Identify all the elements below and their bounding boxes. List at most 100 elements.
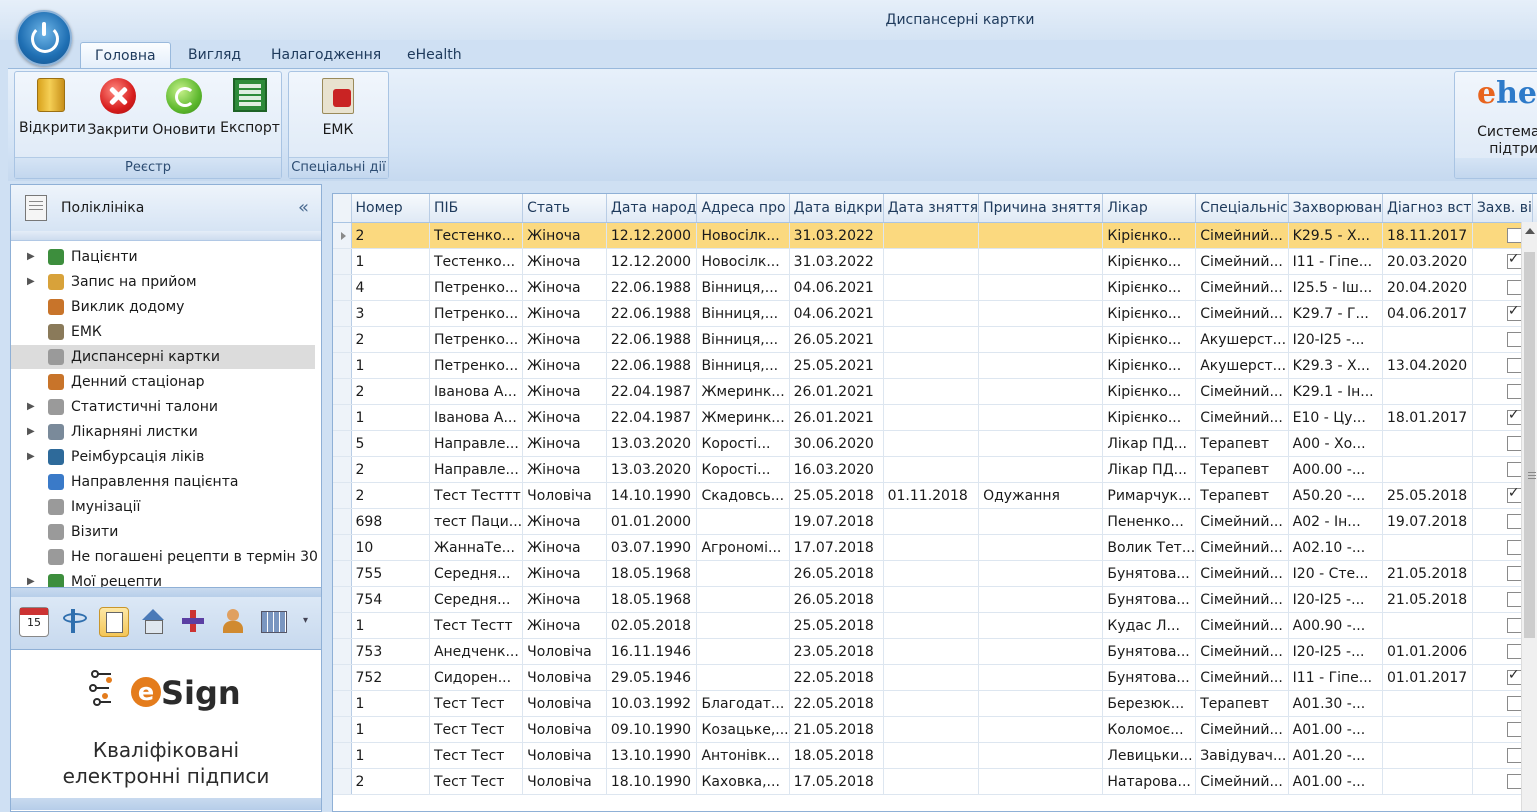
chronic-disease-checkbox[interactable] (1506, 485, 1522, 503)
table-row[interactable]: 1 Тестенко... Жіноча 12.12.2000 Новосілк... 3… (333, 248, 1537, 275)
table-cell[interactable]: 04.06.2017 (1382, 300, 1473, 327)
table-cell[interactable]: Сімейний... (1195, 716, 1289, 743)
table-cell[interactable]: I25.5 - Іш... (1288, 274, 1383, 301)
table-cell[interactable] (883, 378, 980, 405)
chronic-disease-checkbox[interactable] (1506, 514, 1522, 529)
table-cell[interactable]: 31.03.2022 (789, 248, 884, 275)
table-cell[interactable]: 18.05.1968 (606, 586, 698, 613)
table-cell[interactable]: Бунятова... (1102, 586, 1197, 613)
tab-home[interactable]: Головна (80, 42, 171, 69)
table-cell[interactable]: Левицьки... (1102, 742, 1197, 769)
sidebar-item[interactable]: ▶ Статистичні талони (11, 395, 311, 419)
table-cell[interactable] (696, 664, 790, 691)
table-cell[interactable]: I20-I25 -... (1288, 586, 1383, 613)
table-cell[interactable]: Пененко... (1102, 508, 1197, 535)
table-cell[interactable] (978, 664, 1104, 691)
table-cell[interactable]: Козацьке,... (696, 716, 790, 743)
row-indicator[interactable] (333, 300, 352, 327)
table-cell[interactable]: Тест Тест (429, 768, 524, 795)
table-cell[interactable] (978, 508, 1104, 535)
table-cell[interactable]: Бунятова... (1102, 664, 1197, 691)
table-cell[interactable]: Терапевт (1195, 482, 1289, 509)
table-cell[interactable]: 1 (351, 404, 430, 431)
table-cell[interactable]: Акушерст... (1195, 352, 1289, 379)
table-cell[interactable]: Акушерст... (1195, 326, 1289, 353)
table-row[interactable]: 1 Тест Тест Чоловіча 13.10.1990 Антонівк... 1… (333, 742, 1537, 769)
table-cell[interactable]: Жіноча (522, 378, 607, 405)
row-indicator[interactable] (333, 222, 352, 249)
table-cell[interactable]: 22.06.1988 (606, 352, 698, 379)
table-cell[interactable]: I11 - Гіпе... (1288, 248, 1383, 275)
table-cell[interactable]: Новосілк... (696, 222, 790, 249)
chronic-disease-checkbox[interactable] (1506, 774, 1522, 789)
table-cell[interactable]: Коростi... (696, 430, 790, 457)
table-cell[interactable]: Сімейний... (1195, 560, 1289, 587)
table-cell[interactable]: 19.07.2018 (1382, 508, 1473, 535)
chronic-disease-checkbox[interactable] (1506, 303, 1522, 321)
table-cell[interactable]: Кірієнко... (1102, 222, 1197, 249)
table-cell[interactable] (978, 638, 1104, 665)
table-cell[interactable]: Кірієнко... (1102, 248, 1197, 275)
table-cell[interactable]: 13.04.2020 (1382, 352, 1473, 379)
table-cell[interactable]: Терапевт (1195, 456, 1289, 483)
table-cell[interactable] (883, 274, 980, 301)
table-cell[interactable]: 754 (351, 586, 430, 613)
table-cell[interactable]: Жіноча (522, 248, 607, 275)
table-cell[interactable]: A00.00 -... (1288, 456, 1383, 483)
chronic-disease-checkbox[interactable] (1506, 696, 1522, 711)
table-cell[interactable]: 5 (351, 430, 430, 457)
expand-arrow-icon[interactable]: ▶ (27, 420, 35, 444)
column-header[interactable]: Захворюван (1288, 194, 1383, 223)
table-cell[interactable]: 755 (351, 560, 430, 587)
table-cell[interactable]: Жіноча (522, 586, 607, 613)
row-indicator[interactable] (333, 560, 352, 587)
column-header[interactable]: Адреса про (696, 194, 790, 223)
table-cell[interactable]: 4 (351, 274, 430, 301)
table-cell[interactable]: 21.05.2018 (1382, 560, 1473, 587)
table-cell[interactable] (1382, 690, 1473, 717)
table-cell[interactable] (883, 534, 980, 561)
table-cell[interactable]: Сімейний... (1195, 612, 1289, 639)
table-cell[interactable]: 18.11.2017 (1382, 222, 1473, 249)
table-row[interactable]: 2 Тест Тест Чоловіча 18.10.1990 Каховка,... 1… (333, 768, 1537, 795)
table-cell[interactable]: 2 (351, 482, 430, 509)
table-cell[interactable]: K29.3 - Х... (1288, 352, 1383, 379)
table-cell[interactable] (978, 612, 1104, 639)
table-cell[interactable] (883, 326, 980, 353)
column-header[interactable]: Дата зняття (883, 194, 980, 223)
table-cell[interactable]: Коростi... (696, 456, 790, 483)
table-cell[interactable]: Антонівк... (696, 742, 790, 769)
table-cell[interactable]: 23.05.2018 (789, 638, 884, 665)
table-cell[interactable] (883, 768, 980, 795)
table-cell[interactable]: Сімейний... (1195, 274, 1289, 301)
table-cell[interactable]: 26.05.2021 (789, 326, 884, 353)
table-cell[interactable]: 17.07.2018 (789, 534, 884, 561)
table-cell[interactable]: 12.12.2000 (606, 248, 698, 275)
tab-view[interactable]: Вигляд (174, 42, 255, 68)
table-row[interactable]: 1 Петренко... Жіноча 22.06.1988 Вінниця,... 2… (333, 352, 1537, 379)
chronic-disease-checkbox[interactable] (1506, 332, 1522, 347)
table-row[interactable]: 5 Направле... Жіноча 13.03.2020 Коростi... 30… (333, 430, 1537, 457)
table-cell[interactable]: Тестенко... (429, 248, 524, 275)
table-cell[interactable]: 16.11.1946 (606, 638, 698, 665)
table-cell[interactable]: A01.20 -... (1288, 742, 1383, 769)
table-cell[interactable]: Жіноча (522, 534, 607, 561)
table-cell[interactable]: 2 (351, 456, 430, 483)
table-row[interactable]: 3 Петренко... Жіноча 22.06.1988 Вінниця,... 0… (333, 300, 1537, 327)
table-row[interactable]: 2 Тест Тесттт Чоловіча 14.10.1990 Скадовсь..… (333, 482, 1537, 509)
table-cell[interactable]: Бунятова... (1102, 560, 1197, 587)
table-cell[interactable] (978, 222, 1104, 249)
table-cell[interactable]: 25.05.2021 (789, 352, 884, 379)
table-cell[interactable]: Волик Тет... (1102, 534, 1197, 561)
table-cell[interactable]: 10.03.1992 (606, 690, 698, 717)
table-cell[interactable]: 1 (351, 742, 430, 769)
table-cell[interactable]: Іванова А... (429, 378, 524, 405)
table-cell[interactable]: Одужання (978, 482, 1104, 509)
table-cell[interactable]: Бунятова... (1102, 638, 1197, 665)
refresh-button[interactable]: Оновити (152, 78, 216, 138)
table-cell[interactable]: 25.05.2018 (1382, 482, 1473, 509)
chronic-disease-checkbox[interactable] (1506, 436, 1522, 451)
table-cell[interactable]: 1 (351, 352, 430, 379)
row-indicator[interactable] (333, 248, 352, 275)
table-cell[interactable] (1382, 768, 1473, 795)
